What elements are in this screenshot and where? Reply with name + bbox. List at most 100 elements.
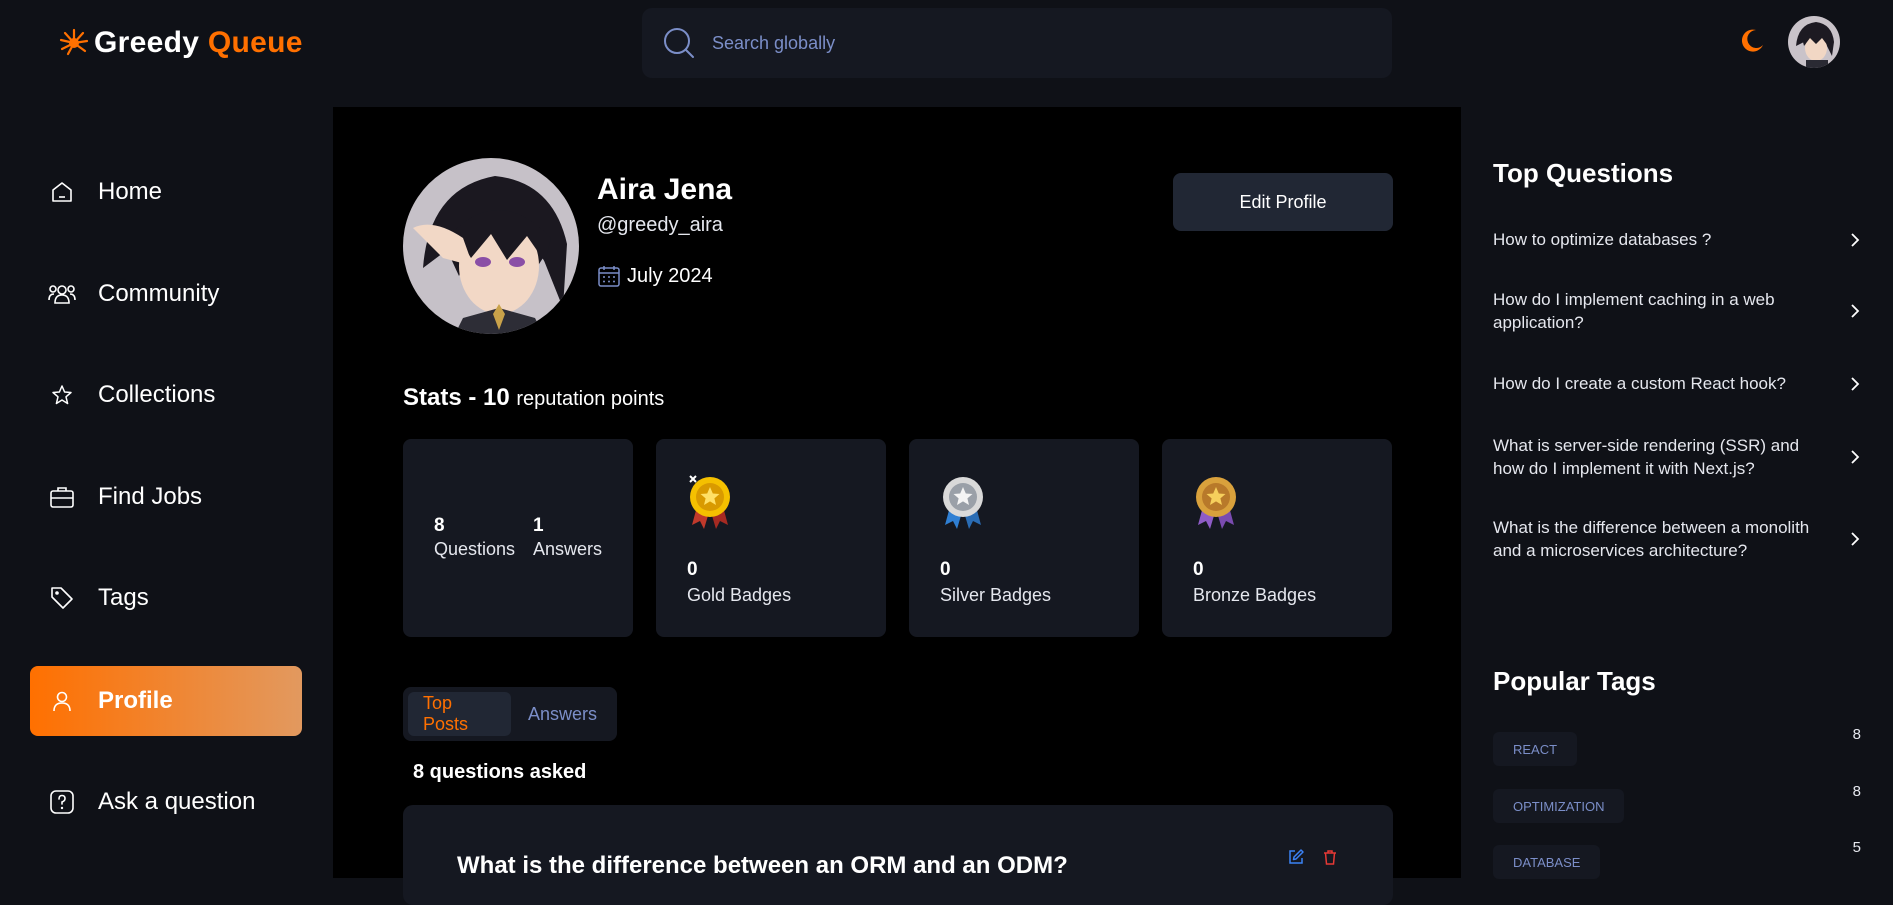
bronze-medal-icon [1196,477,1236,529]
home-icon [48,178,76,206]
chevron-right-icon [1851,450,1860,464]
sidebar-item-label: Ask a question [98,788,256,815]
sidebar-item-label: Home [98,178,163,205]
gold-badge-label: Gold Badges [687,585,792,605]
search-input[interactable] [712,32,1312,54]
answers-count: 1 [533,515,544,536]
tag-row: REACT 8 [1493,726,1863,766]
question-icon [48,788,76,816]
logo-text-part2: Queue [207,26,303,59]
qa-stat-card: 8 Questions 1 Answers [403,439,633,637]
profile-avatar [403,158,579,334]
tag-count: 8 [1852,783,1861,800]
questions-stat: 8 Questions [434,515,515,560]
silver-medal-icon [943,477,983,529]
gold-medal-icon [689,475,730,529]
logo-text: Greedy Queue [94,26,303,60]
top-question-text: What is the difference between a monolit… [1493,518,1810,560]
top-questions-title: Top Questions [1493,158,1674,188]
chevron-right-icon [1851,376,1860,391]
question-card[interactable]: What is the difference between an ORM an… [403,805,1393,905]
top-navbar: Greedy Queue [0,0,1893,86]
top-question-item[interactable]: How to optimize databases ? [1493,228,1863,251]
top-question-item[interactable]: How do I create a custom React hook? [1493,372,1863,395]
user-avatar[interactable] [1788,16,1840,68]
global-search [642,8,1392,78]
chevron-right-icon [1851,304,1860,318]
stats-title: Stats - 10 [403,384,510,411]
left-sidebar: Home Community Collections Find Jobs Tag… [0,86,333,878]
sidebar-item-tags[interactable]: Tags [30,563,302,633]
top-question-text: How do I create a custom React hook? [1493,374,1786,393]
tab-answers[interactable]: Answers [513,692,612,736]
moon-icon[interactable] [1736,26,1766,56]
right-sidebar: Top Questions How to optimize databases … [1461,86,1893,879]
trash-icon[interactable] [1321,848,1339,866]
questions-count: 8 [434,515,445,536]
top-question-item[interactable]: What is server-side rendering (SSR) and … [1493,434,1863,480]
top-question-text: How do I implement caching in a web appl… [1493,290,1775,332]
tag-icon [48,584,76,612]
answers-stat: 1 Answers [533,515,602,560]
tab-top-posts[interactable]: Top Posts [408,692,511,736]
questions-asked-count: 8 questions asked [413,761,587,783]
sidebar-item-home[interactable]: Home [30,157,302,227]
sidebar-item-label: Collections [98,381,216,408]
logo[interactable]: Greedy Queue [58,26,303,60]
profile-main: Aira Jena @greedy_aira July 2024 Edit Pr… [333,107,1461,905]
silver-badge-count: 0 [940,559,951,580]
avatar-image [1788,16,1840,68]
profile-avatar-image [403,158,579,334]
popular-tags-title: Popular Tags [1493,666,1656,696]
sidebar-item-label: Community [98,280,220,307]
tag-pill[interactable]: DATABASE [1493,845,1601,879]
top-question-text: What is server-side rendering (SSR) and … [1493,436,1800,478]
bronze-badge-label: Bronze Badges [1193,585,1317,605]
silver-badge-card: 0 Silver Badges [909,439,1139,637]
gold-badge-count: 0 [687,559,698,580]
tag-pill[interactable]: OPTIMIZATION [1493,789,1625,823]
top-question-item[interactable]: How do I implement caching in a web appl… [1493,288,1863,334]
chevron-right-icon [1851,232,1860,247]
calendar-icon [598,266,620,287]
user-icon [48,687,76,715]
sidebar-item-label: Tags [98,584,149,611]
sidebar-item-find-jobs[interactable]: Find Jobs [30,462,302,532]
stats-subtitle: reputation points [516,388,665,410]
joined-date-text: July 2024 [627,264,713,287]
bronze-badge-count: 0 [1193,559,1204,580]
sidebar-item-profile[interactable]: Profile [30,666,302,736]
users-icon [48,280,76,308]
profile-tabs: Top Posts Answers [403,687,617,741]
chevron-right-icon [1851,532,1860,546]
tag-count: 5 [1852,839,1861,856]
sidebar-item-label: Profile [98,687,173,714]
question-title[interactable]: What is the difference between an ORM an… [457,852,1068,880]
gold-badge-card: 0 Gold Badges [656,439,886,637]
profile-handle: @greedy_aira [597,214,723,236]
tag-row: DATABASE 5 [1493,839,1863,879]
top-question-item[interactable]: What is the difference between a monolit… [1493,516,1863,562]
sidebar-item-label: Find Jobs [98,483,203,510]
sidebar-item-community[interactable]: Community [30,259,302,329]
tag-pill[interactable]: REACT [1493,732,1578,766]
star-icon [48,381,76,409]
bronze-badge-card: 0 Bronze Badges [1162,439,1392,637]
top-question-text: How to optimize databases ? [1493,230,1712,249]
sidebar-item-collections[interactable]: Collections [30,360,302,430]
logo-text-part1: Greedy [94,26,200,59]
profile-name: Aira Jena [597,173,733,206]
search-icon [664,28,694,58]
tag-row: OPTIMIZATION 8 [1493,783,1863,823]
edit-icon[interactable] [1287,848,1305,866]
sidebar-item-ask-question[interactable]: Ask a question [30,767,302,837]
tag-count: 8 [1852,726,1861,743]
edit-profile-button[interactable]: Edit Profile [1173,173,1393,231]
questions-label: Questions [434,539,516,559]
logo-icon [59,28,89,56]
joined-date: July 2024 [597,264,713,288]
silver-badge-label: Silver Badges [940,585,1052,605]
answers-label: Answers [533,539,603,559]
suitcase-icon [48,483,76,511]
stats-heading: Stats - 10 reputation points [403,384,664,412]
